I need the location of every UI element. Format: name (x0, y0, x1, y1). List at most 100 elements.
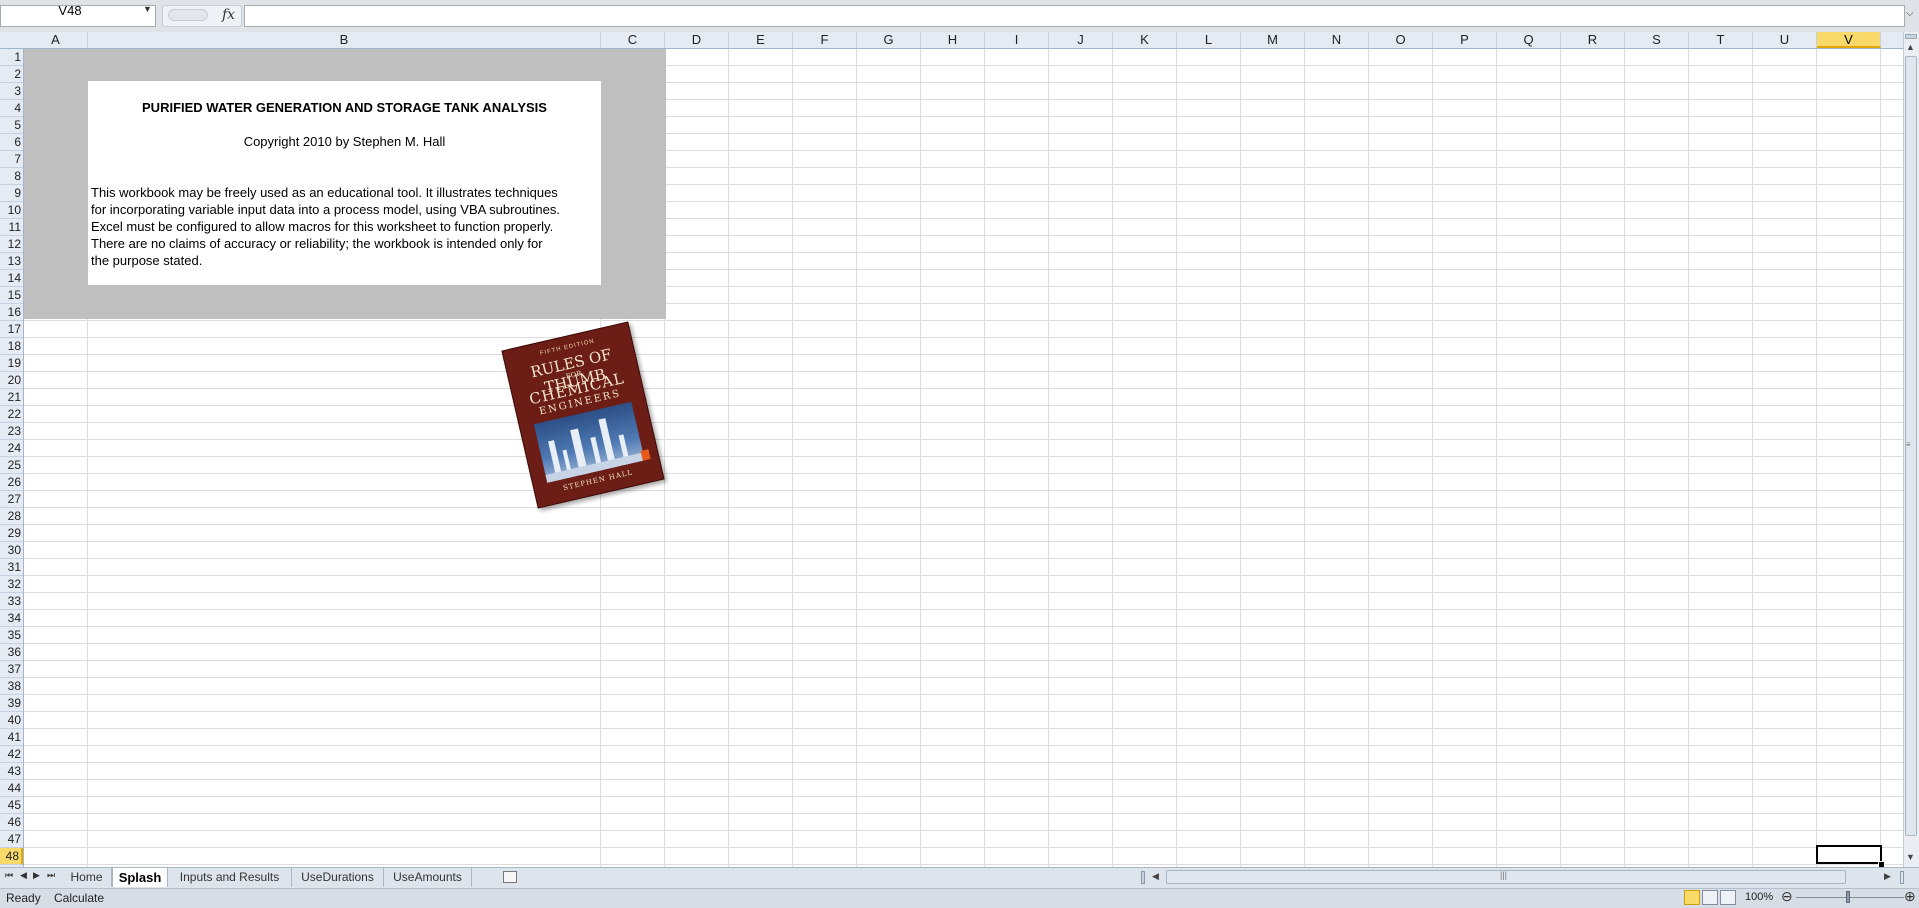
row-header[interactable]: 21 (0, 389, 23, 406)
row-header[interactable]: 38 (0, 678, 23, 695)
column-header-j[interactable]: J (1049, 32, 1113, 48)
page-layout-view-icon[interactable] (1702, 890, 1718, 905)
row-header[interactable]: 5 (0, 117, 23, 134)
row-header[interactable]: 13 (0, 253, 23, 270)
arrow-left-icon[interactable]: ◀ (1152, 871, 1159, 882)
row-header[interactable]: 44 (0, 780, 23, 797)
row-header[interactable]: 17 (0, 321, 23, 338)
zoom-slider-track[interactable] (1796, 897, 1904, 898)
column-header-k[interactable]: K (1113, 32, 1177, 48)
first-sheet-icon[interactable]: ⏮ (5, 870, 13, 881)
row-header[interactable]: 24 (0, 440, 23, 457)
arrow-down-icon[interactable]: ▼ (1906, 852, 1915, 862)
row-header[interactable]: 10 (0, 202, 23, 219)
row-header[interactable]: 41 (0, 729, 23, 746)
row-header[interactable]: 33 (0, 593, 23, 610)
expand-formula-bar-icon[interactable]: ⌵ (1906, 8, 1914, 19)
last-sheet-icon[interactable]: ⏭ (47, 870, 55, 881)
normal-view-icon[interactable] (1684, 890, 1700, 905)
row-header[interactable]: 36 (0, 644, 23, 661)
insert-worksheet-icon[interactable] (503, 871, 517, 883)
row-header[interactable]: 18 (0, 338, 23, 355)
row-header[interactable]: 47 (0, 831, 23, 848)
formula-input[interactable] (244, 5, 1905, 27)
row-header[interactable]: 12 (0, 236, 23, 253)
column-header-e[interactable]: E (729, 32, 793, 48)
row-header[interactable]: 26 (0, 474, 23, 491)
row-header[interactable]: 48 (0, 848, 23, 865)
row-header[interactable]: 46 (0, 814, 23, 831)
column-header-g[interactable]: G (857, 32, 921, 48)
column-header-s[interactable]: S (1625, 32, 1689, 48)
zoom-level[interactable]: 100% (1745, 891, 1773, 903)
row-header[interactable]: 30 (0, 542, 23, 559)
column-header-a[interactable]: A (24, 32, 88, 48)
row-header[interactable]: 22 (0, 406, 23, 423)
sheet-tab[interactable]: Inputs and Results (168, 868, 292, 887)
row-header[interactable]: 25 (0, 457, 23, 474)
status-calculate[interactable]: Calculate (54, 891, 104, 905)
row-header[interactable]: 7 (0, 151, 23, 168)
formula-toggle[interactable] (168, 9, 208, 21)
column-header-u[interactable]: U (1753, 32, 1817, 48)
previous-sheet-icon[interactable]: ◀ (20, 870, 27, 881)
row-header[interactable]: 39 (0, 695, 23, 712)
chevron-down-icon[interactable]: ▼ (143, 4, 152, 14)
column-header-c[interactable]: C (601, 32, 665, 48)
row-header[interactable]: 29 (0, 525, 23, 542)
arrow-up-icon[interactable]: ▲ (1906, 42, 1915, 52)
zoom-in-icon[interactable]: ⊕ (1904, 888, 1916, 905)
row-header[interactable]: 1 (0, 49, 23, 66)
column-header-r[interactable]: R (1561, 32, 1625, 48)
column-header-n[interactable]: N (1305, 32, 1369, 48)
row-header[interactable]: 40 (0, 712, 23, 729)
active-cell-v48[interactable] (1816, 845, 1882, 864)
next-sheet-icon[interactable]: ▶ (33, 870, 40, 881)
row-header[interactable]: 34 (0, 610, 23, 627)
row-header[interactable]: 14 (0, 270, 23, 287)
column-header-d[interactable]: D (665, 32, 729, 48)
row-header[interactable]: 16 (0, 304, 23, 321)
name-box-value[interactable]: V48 (0, 3, 140, 18)
column-header-t[interactable]: T (1689, 32, 1753, 48)
function-icon[interactable]: fx (222, 7, 235, 23)
split-box[interactable] (1905, 34, 1917, 39)
zoom-out-icon[interactable]: ⊖ (1781, 888, 1793, 905)
row-header[interactable]: 4 (0, 100, 23, 117)
row-header[interactable]: 3 (0, 83, 23, 100)
row-header[interactable]: 9 (0, 185, 23, 202)
sheet-tab[interactable]: Splash (112, 868, 168, 887)
row-header[interactable]: 28 (0, 508, 23, 525)
horizontal-split-box[interactable] (1900, 871, 1904, 884)
row-header[interactable]: 32 (0, 576, 23, 593)
column-header-i[interactable]: I (985, 32, 1049, 48)
row-header[interactable]: 2 (0, 66, 23, 83)
sheet-tab[interactable]: Home (62, 868, 112, 887)
row-header[interactable]: 8 (0, 168, 23, 185)
row-header[interactable]: 43 (0, 763, 23, 780)
row-header[interactable]: 35 (0, 627, 23, 644)
column-header-l[interactable]: L (1177, 32, 1241, 48)
row-header[interactable]: 45 (0, 797, 23, 814)
column-header-q[interactable]: Q (1497, 32, 1561, 48)
arrow-right-icon[interactable]: ▶ (1884, 871, 1891, 882)
row-header[interactable]: 19 (0, 355, 23, 372)
column-header-m[interactable]: M (1241, 32, 1305, 48)
page-break-view-icon[interactable] (1720, 890, 1736, 905)
row-header[interactable]: 27 (0, 491, 23, 508)
row-header[interactable]: 6 (0, 134, 23, 151)
row-header[interactable]: 37 (0, 661, 23, 678)
column-header-h[interactable]: H (921, 32, 985, 48)
column-header-b[interactable]: B (88, 32, 601, 48)
tab-split-box[interactable] (1141, 871, 1145, 884)
sheet-tab[interactable]: UseDurations (292, 868, 384, 887)
row-header[interactable]: 31 (0, 559, 23, 576)
row-header[interactable]: 11 (0, 219, 23, 236)
sheet-tab[interactable]: UseAmounts (384, 868, 472, 887)
column-header-o[interactable]: O (1369, 32, 1433, 48)
row-header[interactable]: 15 (0, 287, 23, 304)
column-header-p[interactable]: P (1433, 32, 1497, 48)
row-header[interactable]: 20 (0, 372, 23, 389)
zoom-slider-thumb[interactable] (1846, 891, 1850, 903)
column-header-v[interactable]: V (1817, 32, 1881, 48)
